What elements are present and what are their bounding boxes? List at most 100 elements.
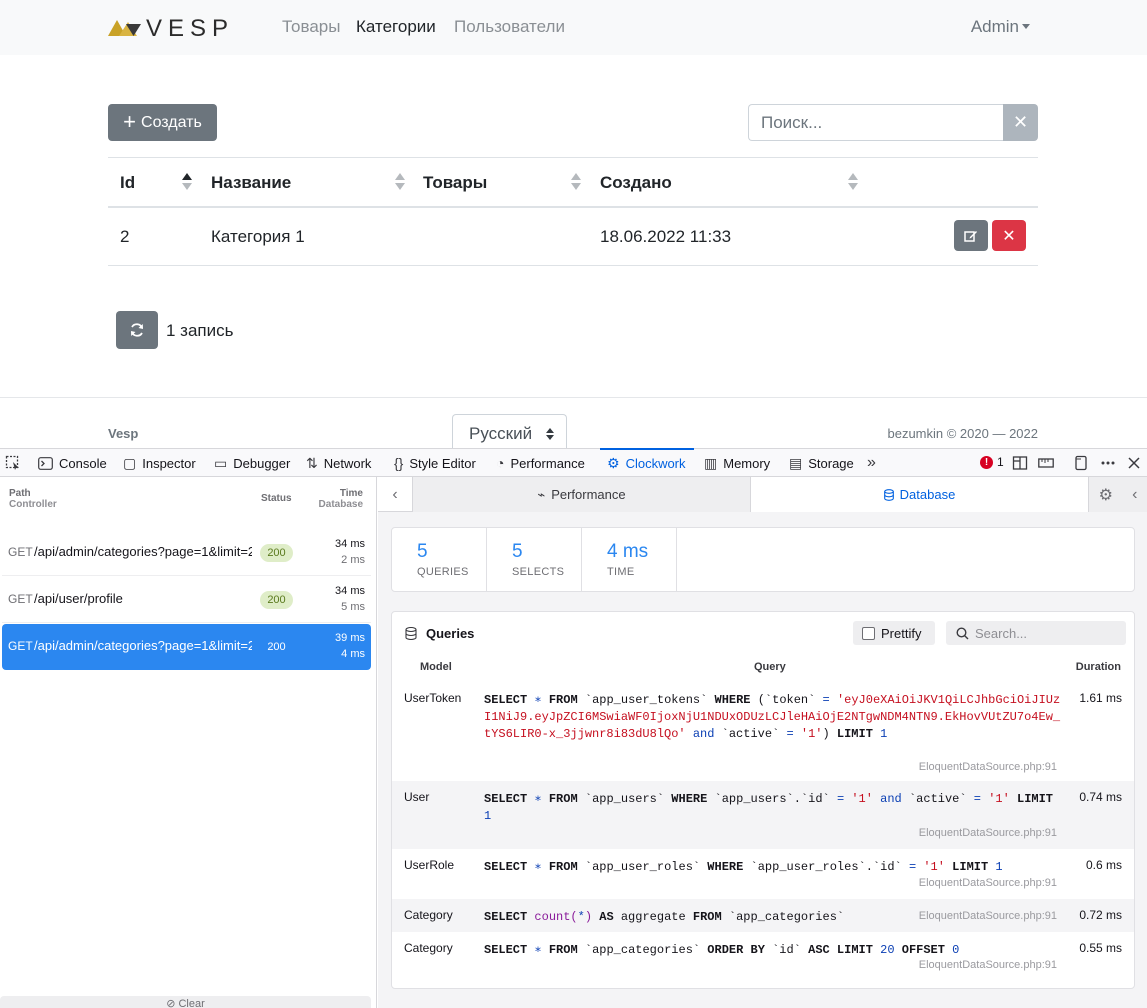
refresh-icon bbox=[131, 323, 143, 337]
request-path: /api/admin/categories?page=1&limit=20 bbox=[34, 638, 252, 653]
tab-database[interactable]: Database bbox=[751, 477, 1088, 512]
frame-picker-icon[interactable] bbox=[1012, 455, 1028, 471]
devtools-tab-inspector[interactable]: ▢ Inspector bbox=[123, 449, 196, 477]
status-badge: 200 bbox=[267, 641, 286, 653]
devtools-tab-debugger[interactable]: ▭ Debugger bbox=[214, 449, 290, 477]
debugger-icon: ▭ bbox=[214, 454, 228, 471]
devtools-tab-clockwork[interactable]: ⚙ Clockwork bbox=[600, 448, 694, 477]
language-select[interactable]: Русский bbox=[452, 414, 567, 450]
braces-icon: {} bbox=[394, 455, 404, 471]
query-row: Category SELECT count(*) AS aggregate FR… bbox=[392, 899, 1134, 932]
network-icon: ⇅ bbox=[306, 454, 318, 471]
query-row: UserRole SELECT ∗ FROM `app_user_roles` … bbox=[392, 849, 1134, 899]
responsive-design-icon[interactable] bbox=[1073, 455, 1089, 471]
clear-icon: ⊘ bbox=[166, 998, 179, 1008]
inspector-icon: ▢ bbox=[123, 454, 137, 471]
query-duration: 0.74 ms bbox=[1079, 790, 1122, 804]
sort-icon[interactable] bbox=[395, 173, 405, 191]
footer-brand: Vesp bbox=[108, 426, 139, 441]
devtools-tab-memory[interactable]: ▥ Memory bbox=[704, 449, 770, 477]
devtools-tab-style-editor[interactable]: {} Style Editor bbox=[394, 449, 476, 477]
settings-button[interactable]: ⚙ ‹ bbox=[1088, 477, 1147, 512]
request-db-time: 2 ms bbox=[341, 554, 365, 566]
edit-icon bbox=[964, 230, 977, 242]
status-badge: 200 bbox=[260, 544, 293, 562]
nav-link-products[interactable]: Товары bbox=[282, 17, 340, 37]
create-button[interactable]: + Создать bbox=[108, 104, 217, 141]
collapse-sidebar-button[interactable]: ‹ bbox=[378, 477, 413, 512]
edit-button[interactable] bbox=[954, 220, 988, 251]
query-model: UserToken bbox=[404, 691, 462, 705]
ruler-icon[interactable] bbox=[1038, 455, 1054, 471]
queries-title: Queries bbox=[426, 626, 475, 641]
query-source-link[interactable]: EloquentDataSource.php:91 bbox=[919, 827, 1057, 839]
gear-icon: ⚙ bbox=[607, 454, 620, 471]
search-group: ✕ bbox=[748, 104, 1038, 141]
queries-panel: Queries Prettify Model Query Duration Us… bbox=[391, 611, 1135, 989]
query-model: Category bbox=[404, 908, 453, 922]
request-path: /api/user/profile bbox=[34, 591, 123, 606]
request-db-time: 4 ms bbox=[341, 648, 365, 660]
column-header-name[interactable]: Название bbox=[211, 173, 291, 193]
clear-search-button[interactable]: ✕ bbox=[1003, 104, 1038, 141]
more-tabs-button[interactable]: » bbox=[867, 449, 876, 477]
devtools-tab-storage[interactable]: ▤ Storage bbox=[789, 449, 854, 477]
devtools-tab-performance[interactable]: ◔ Performance bbox=[496, 449, 585, 477]
sort-icon[interactable] bbox=[571, 173, 581, 191]
devtools-tab-label: Debugger bbox=[233, 455, 291, 471]
cell-name: Категория 1 bbox=[211, 227, 305, 246]
query-duration: 0.72 ms bbox=[1079, 908, 1122, 922]
clear-button[interactable]: ⊘ Clear bbox=[0, 996, 371, 1008]
refresh-button[interactable] bbox=[116, 311, 158, 349]
devtools-tab-label: Storage bbox=[808, 455, 854, 471]
column-header-products[interactable]: Товары bbox=[423, 173, 487, 193]
queries-search-input[interactable] bbox=[975, 625, 1115, 641]
vesp-logo[interactable]: VESP bbox=[108, 14, 260, 42]
sort-asc-icon[interactable] bbox=[182, 173, 192, 191]
storage-icon: ▤ bbox=[789, 454, 803, 471]
prettify-toggle[interactable]: Prettify bbox=[853, 621, 935, 645]
error-count-badge[interactable]: ! 1 bbox=[980, 455, 1004, 469]
search-icon bbox=[956, 626, 969, 639]
nav-link-categories[interactable]: Категории bbox=[356, 17, 436, 37]
request-method: GET bbox=[8, 592, 33, 606]
devtools-toolbar: Console ▢ Inspector ▭ Debugger ⇅ Network {}… bbox=[0, 448, 1147, 477]
stat-queries: 5 QUERIES bbox=[392, 528, 487, 591]
nav-link-users[interactable]: Пользователи bbox=[454, 17, 565, 37]
activity-icon: ⌁ bbox=[537, 486, 546, 502]
console-icon bbox=[38, 456, 53, 470]
select-arrows-icon bbox=[546, 428, 554, 442]
devtools-tab-network[interactable]: ⇅ Network bbox=[306, 449, 371, 477]
devtools-tab-label: Memory bbox=[723, 455, 771, 471]
query-source-link[interactable]: EloquentDataSource.php:91 bbox=[919, 877, 1057, 889]
devtools-tab-label: Clockwork bbox=[625, 455, 686, 471]
close-icon: ✕ bbox=[1002, 227, 1016, 245]
tab-performance[interactable]: ⌁ Performance bbox=[413, 477, 751, 512]
column-header-created[interactable]: Создано bbox=[600, 173, 672, 193]
devtools-tab-console[interactable]: Console bbox=[38, 449, 107, 477]
request-row-selected[interactable]: GET /api/admin/categories?page=1&limit=2… bbox=[2, 624, 371, 670]
query-source-link[interactable]: EloquentDataSource.php:91 bbox=[919, 761, 1057, 773]
checkbox[interactable] bbox=[862, 626, 875, 640]
table-divider bbox=[108, 265, 1038, 266]
more-options-icon[interactable] bbox=[1100, 455, 1116, 471]
query-source-link[interactable]: EloquentDataSource.php:91 bbox=[919, 910, 1057, 922]
request-time: 34 ms bbox=[335, 585, 365, 597]
database-icon bbox=[883, 488, 894, 501]
close-icon[interactable] bbox=[1126, 455, 1142, 471]
sort-icon[interactable] bbox=[848, 173, 858, 191]
column-header-id[interactable]: Id bbox=[120, 173, 135, 193]
stat-selects: 5 SELECTS bbox=[487, 528, 582, 591]
query-source-link[interactable]: EloquentDataSource.php:91 bbox=[919, 959, 1057, 971]
devtools-tab-label: Network bbox=[323, 455, 372, 471]
request-row[interactable]: GET /api/user/profile 200 34 ms 5 ms bbox=[2, 577, 371, 623]
request-row[interactable]: GET /api/admin/categories?page=1&limit=2… bbox=[2, 530, 371, 576]
column-header-path: Path Controller bbox=[9, 488, 57, 510]
request-time: 34 ms bbox=[335, 538, 365, 550]
search-input[interactable] bbox=[748, 104, 1003, 141]
user-menu-dropdown[interactable]: Admin bbox=[971, 17, 1030, 37]
query-model: Category bbox=[404, 941, 453, 955]
element-picker-icon[interactable] bbox=[5, 455, 21, 471]
tab-label: Performance bbox=[551, 487, 626, 502]
delete-button[interactable]: ✕ bbox=[992, 220, 1026, 251]
